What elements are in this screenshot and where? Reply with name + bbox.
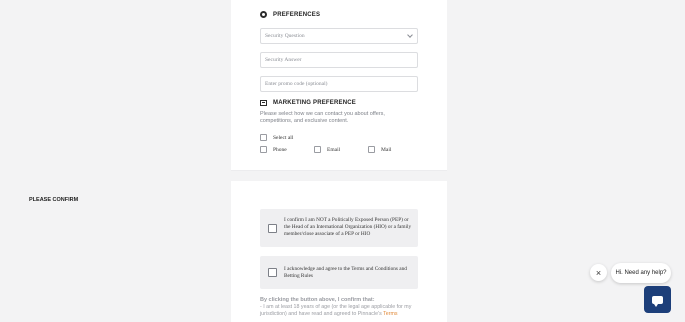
confirm-title: PLEASE CONFIRM <box>29 197 79 203</box>
promo-code-input[interactable]: Enter promo code (optional) <box>260 76 418 92</box>
chat-launcher-button[interactable] <box>644 286 671 313</box>
checkbox-box[interactable] <box>260 146 267 153</box>
checkbox-box[interactable] <box>260 134 267 141</box>
email-label: Email <box>327 146 341 153</box>
checkbox-box[interactable] <box>368 146 375 153</box>
chat-prompt-bubble[interactable]: Hi. Need any help? <box>611 263 671 283</box>
pep-confirm-text: I confirm I am NOT a Politically Exposed… <box>284 217 412 237</box>
marketing-title: MARKETING PREFERENCE <box>273 100 357 106</box>
preferences-card: PREFERENCES Security Question Security A… <box>231 0 447 171</box>
terms-confirm-text: I acknowledge and agree to the Terms and… <box>284 266 407 279</box>
security-question-select[interactable]: Security Question <box>260 28 418 44</box>
mail-label: Mail <box>381 146 392 153</box>
terms-checkbox[interactable] <box>268 268 277 277</box>
phone-checkbox[interactable]: Phone <box>260 146 287 153</box>
checkbox-box[interactable] <box>314 146 321 153</box>
chat-icon <box>652 295 663 307</box>
preferences-header: PREFERENCES <box>260 11 320 18</box>
mail-icon <box>260 100 267 106</box>
phone-label: Phone <box>273 146 287 153</box>
terms-link[interactable]: Terms <box>383 311 397 317</box>
marketing-header: MARKETING PREFERENCE <box>260 100 356 106</box>
legal-heading: By clicking the button above, I confirm … <box>260 297 375 303</box>
security-answer-placeholder: Security Answer <box>265 57 302 63</box>
pep-checkbox[interactable] <box>268 224 277 233</box>
preferences-icon <box>260 11 267 18</box>
terms-confirm-box[interactable]: I acknowledge and agree to the Terms and… <box>260 256 418 289</box>
select-all-label: Select all <box>273 134 294 141</box>
security-question-placeholder: Security Question <box>265 33 305 39</box>
pep-confirm-box[interactable]: I confirm I am NOT a Politically Exposed… <box>260 209 418 247</box>
legal-line: - I am at least 18 years of age (or the … <box>260 304 420 318</box>
mail-checkbox[interactable]: Mail <box>368 146 391 153</box>
preferences-title: PREFERENCES <box>273 11 321 18</box>
chat-prompt-text: Hi. Need any help? <box>615 270 667 276</box>
promo-code-placeholder: Enter promo code (optional) <box>265 81 328 87</box>
select-all-checkbox[interactable]: Select all <box>260 134 293 141</box>
close-icon: × <box>595 267 602 278</box>
security-answer-input[interactable]: Security Answer <box>260 52 418 68</box>
chevron-down-icon <box>407 32 413 38</box>
email-checkbox[interactable]: Email <box>314 146 340 153</box>
chat-close-button[interactable]: × <box>590 264 607 281</box>
legal-notice: By clicking the button above, I confirm … <box>260 297 420 318</box>
marketing-description: Please select how we can contact you abo… <box>260 111 385 124</box>
